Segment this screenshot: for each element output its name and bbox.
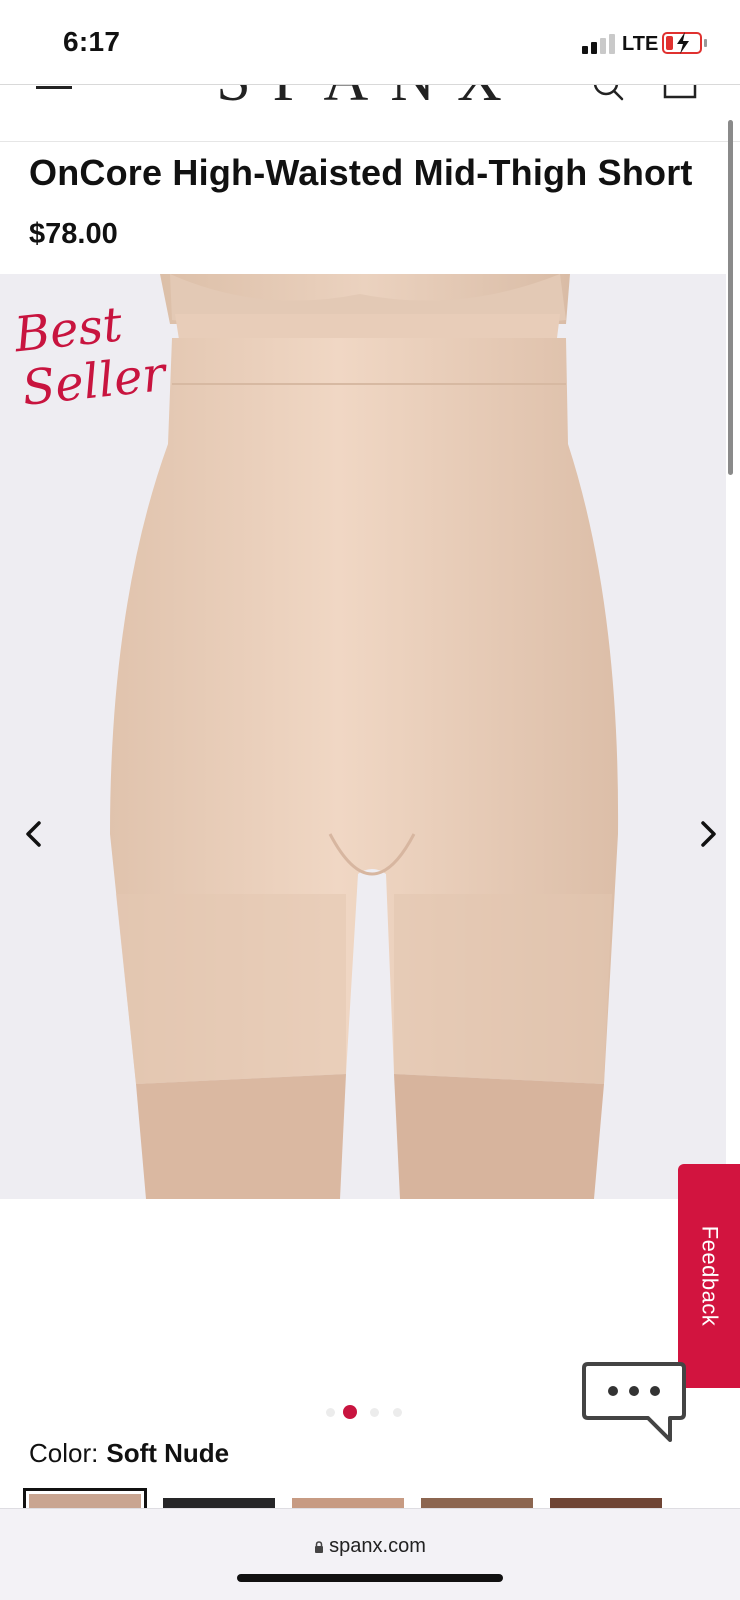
gallery-dot-active[interactable] bbox=[343, 1405, 357, 1419]
color-label: Color: bbox=[29, 1438, 99, 1468]
battery-cap bbox=[704, 39, 707, 47]
color-value: Soft Nude bbox=[106, 1438, 230, 1468]
site-header: SPANX bbox=[0, 84, 740, 142]
url-text: spanx.com bbox=[329, 1535, 426, 1557]
swatch-black[interactable] bbox=[163, 1498, 275, 1508]
chevron-left-icon bbox=[26, 821, 41, 847]
feedback-label: Feedback bbox=[697, 1225, 722, 1327]
gallery-next-button[interactable] bbox=[688, 814, 726, 854]
gallery-dot[interactable] bbox=[326, 1408, 335, 1417]
chevron-right-icon bbox=[701, 821, 716, 847]
feedback-button[interactable]: Feedback bbox=[678, 1164, 740, 1388]
browser-url-bar[interactable]: spanx.com bbox=[0, 1508, 740, 1600]
signal-icon bbox=[582, 34, 616, 54]
best-seller-badge: Best Seller bbox=[12, 296, 168, 428]
home-indicator[interactable] bbox=[237, 1574, 503, 1582]
status-bar: 6:17 LTE bbox=[0, 0, 740, 84]
swatch-tan[interactable] bbox=[292, 1498, 404, 1508]
gallery-prev-button[interactable] bbox=[14, 814, 54, 854]
scrollbar[interactable] bbox=[728, 120, 733, 475]
gallery-dot[interactable] bbox=[393, 1408, 402, 1417]
search-icon[interactable] bbox=[592, 84, 626, 105]
product-price: $78.00 bbox=[29, 218, 118, 250]
swatch-brown[interactable] bbox=[421, 1498, 533, 1508]
site-logo: SPANX bbox=[216, 85, 524, 114]
url-display[interactable]: spanx.com bbox=[0, 1535, 740, 1558]
product-gallery[interactable]: Best Seller bbox=[0, 274, 726, 1199]
swatch-soft-nude[interactable] bbox=[23, 1488, 147, 1508]
shopping-bag-icon[interactable] bbox=[662, 84, 698, 105]
product-title: OnCore High-Waisted Mid-Thigh Short bbox=[29, 152, 693, 193]
chat-bubble-icon[interactable] bbox=[580, 1360, 688, 1446]
network-label: LTE bbox=[622, 33, 659, 55]
swatch-chestnut[interactable] bbox=[550, 1498, 662, 1508]
charging-bolt-icon bbox=[677, 32, 689, 54]
status-time: 6:17 bbox=[63, 26, 121, 57]
gallery-dot[interactable] bbox=[370, 1408, 379, 1417]
color-swatches bbox=[23, 1488, 740, 1508]
lock-icon bbox=[315, 1541, 324, 1553]
color-selector-label: Color: Soft Nude bbox=[29, 1438, 229, 1469]
logo-link[interactable]: SPANX bbox=[0, 85, 740, 111]
badge-line-2: Seller bbox=[19, 346, 168, 417]
